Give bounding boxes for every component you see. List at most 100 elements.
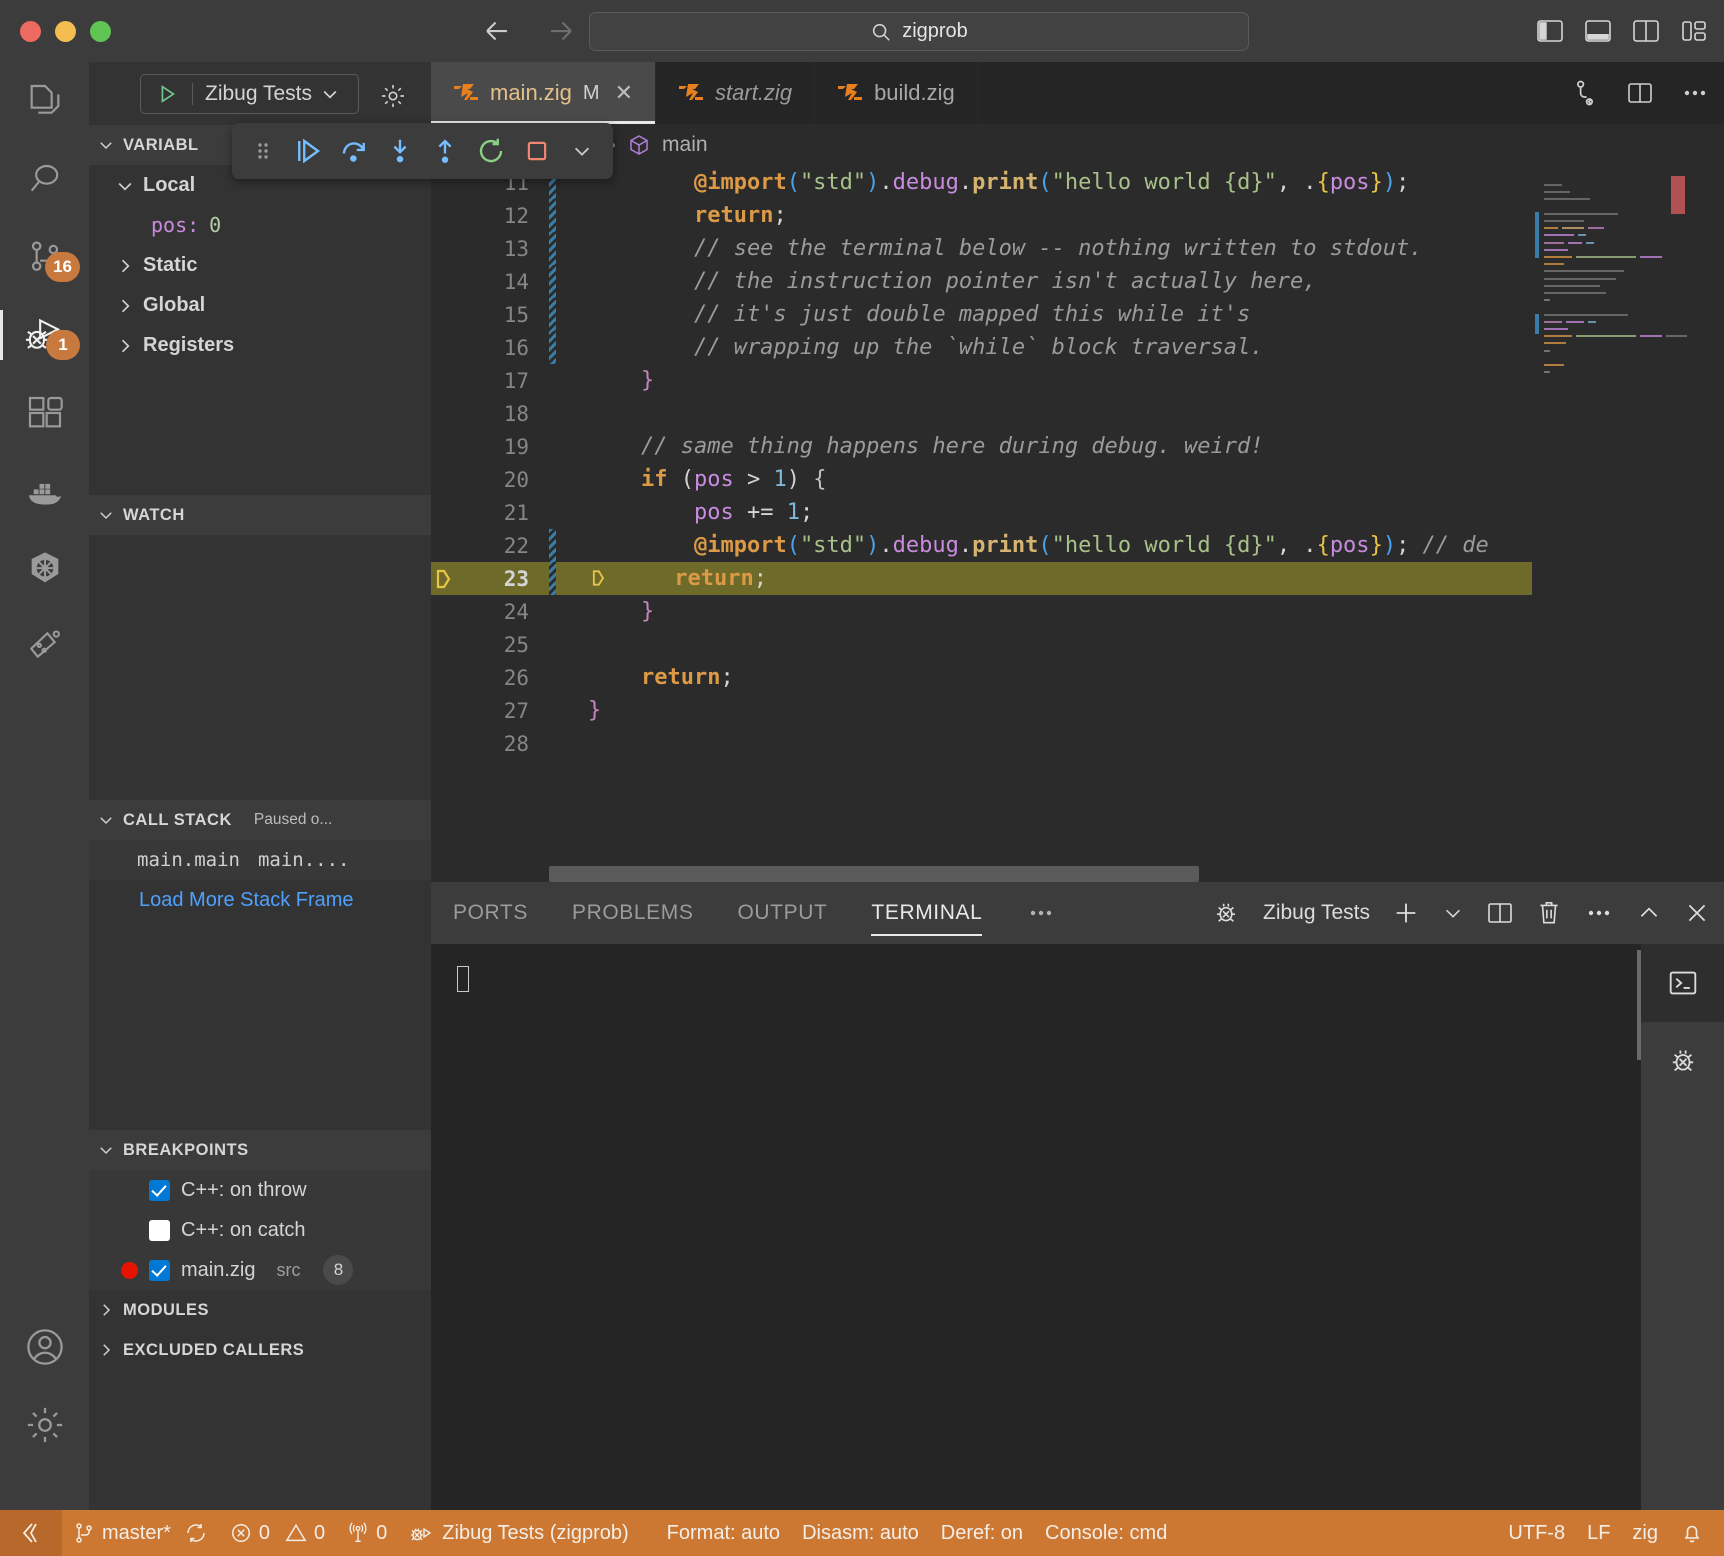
window-controls[interactable] (20, 21, 111, 42)
editor-overview-ruler[interactable] (1687, 166, 1724, 882)
tab-problems[interactable]: PROBLEMS (550, 882, 716, 944)
call-stack-section-header[interactable]: CALL STACK Paused o... (89, 800, 431, 840)
code-line[interactable]: 26 return; (431, 661, 1724, 694)
code-line[interactable]: 24 } (431, 595, 1724, 628)
sidebar-item-kubernetes[interactable] (0, 530, 89, 608)
maximize-window-button[interactable] (90, 21, 111, 42)
sidebar-item-manage[interactable] (0, 1386, 89, 1464)
status-disasm[interactable]: Disasm: auto (791, 1510, 930, 1556)
debug-step-over-icon[interactable] (333, 129, 375, 173)
arrow-right-icon[interactable] (544, 14, 578, 48)
panel-tabs-more-icon[interactable] (1004, 882, 1078, 944)
load-more-stack-frames-link[interactable]: Load More Stack Frame (89, 880, 431, 920)
debug-restart-icon[interactable] (470, 129, 512, 173)
toggle-panel-icon[interactable] (1584, 18, 1610, 44)
sidebar-item-run-and-debug[interactable]: 1 (0, 296, 89, 374)
code-line[interactable]: 25 (431, 628, 1724, 661)
close-icon[interactable]: ✕ (615, 80, 633, 106)
debug-step-into-icon[interactable] (379, 129, 421, 173)
code-line[interactable]: 20 if (pos > 1) { (431, 463, 1724, 496)
minimize-window-button[interactable] (55, 21, 76, 42)
sync-icon[interactable] (184, 1521, 208, 1545)
code-line[interactable]: 17 } (431, 364, 1724, 397)
watch-section-header[interactable]: WATCH (89, 495, 431, 535)
remote-window-button[interactable] (0, 1510, 62, 1556)
code-line[interactable]: 28 (431, 727, 1724, 760)
sidebar-item-testing[interactable] (0, 608, 89, 686)
breakpoint-row[interactable]: C++: on catch (89, 1210, 431, 1250)
breakpoints-section-header[interactable]: BREAKPOINTS (89, 1130, 431, 1170)
terminal-body[interactable] (431, 944, 1641, 1510)
minimap[interactable] (1532, 166, 1687, 882)
status-deref[interactable]: Deref: on (930, 1510, 1034, 1556)
breadcrumb-symbol[interactable]: main (662, 133, 708, 157)
variables-group-global[interactable]: Global (89, 285, 431, 325)
arrow-left-icon[interactable] (480, 14, 514, 48)
debug-stackframe-arrow-icon[interactable] (431, 567, 477, 591)
breakpoint-checkbox[interactable] (149, 1260, 170, 1281)
variable-row-pos[interactable]: pos: 0 (89, 205, 431, 245)
code-line[interactable]: 22 @import("std").debug.print("hello wor… (431, 529, 1724, 562)
sidebar-item-search[interactable] (0, 140, 89, 218)
chevron-down-icon[interactable] (1442, 902, 1464, 924)
debug-stop-icon[interactable] (516, 129, 558, 173)
debug-alt-icon[interactable] (1570, 78, 1600, 108)
status-language[interactable]: zig (1621, 1510, 1669, 1556)
sidebar-item-extensions[interactable] (0, 374, 89, 452)
terminal-tab-debug[interactable] (1641, 1022, 1724, 1100)
tab-output[interactable]: OUTPUT (715, 882, 849, 944)
code-line[interactable]: 16 // wrapping up the `while` block trav… (431, 331, 1724, 364)
status-branch[interactable]: master* (62, 1510, 219, 1556)
breakpoint-row[interactable]: main.zig src 8 (89, 1250, 431, 1290)
sidebar-item-explorer[interactable] (0, 62, 89, 140)
chevron-up-icon[interactable] (1636, 900, 1662, 926)
trash-icon[interactable] (1536, 899, 1562, 927)
code-line[interactable]: 13 // see the terminal below -- nothing … (431, 232, 1724, 265)
breakpoint-checkbox[interactable] (149, 1220, 170, 1241)
toggle-primary-sidebar-icon[interactable] (1536, 18, 1562, 44)
status-format[interactable]: Format: auto (656, 1510, 791, 1556)
tab-ports[interactable]: PORTS (431, 882, 550, 944)
code-line[interactable]: 18 (431, 397, 1724, 430)
code-line[interactable]: 21 pos += 1; (431, 496, 1724, 529)
toggle-secondary-sidebar-icon[interactable] (1632, 18, 1658, 44)
modules-section-header[interactable]: MODULES (89, 1290, 431, 1330)
command-center-search[interactable]: zigprob (589, 12, 1249, 51)
excluded-callers-section-header[interactable]: EXCLUDED CALLERS (89, 1330, 431, 1370)
status-debug-session[interactable]: Zibug Tests (zigprob) (398, 1510, 639, 1556)
code-editor[interactable]: 11 @import("std").debug.print("hello wor… (431, 166, 1724, 882)
status-radio-tower[interactable]: 0 (336, 1510, 398, 1556)
sidebar-item-docker[interactable] (0, 452, 89, 530)
terminal-tab-shell[interactable] (1641, 944, 1724, 1022)
ellipsis-icon[interactable] (1584, 900, 1614, 926)
customize-layout-icon[interactable] (1680, 18, 1706, 44)
status-console[interactable]: Console: cmd (1034, 1510, 1178, 1556)
editor-horizontal-scrollbar[interactable] (549, 866, 1199, 882)
debug-settings-gear-icon[interactable] (379, 82, 407, 110)
tab-start-zig[interactable]: start.zig (656, 62, 815, 124)
status-encoding[interactable]: UTF-8 (1497, 1510, 1576, 1556)
breakpoint-row[interactable]: C++: on throw (89, 1170, 431, 1210)
sidebar-item-source-control[interactable]: 16 (0, 218, 89, 296)
call-stack-frame[interactable]: main.main main.... (89, 840, 431, 880)
sidebar-item-accounts[interactable] (0, 1308, 89, 1386)
status-problems[interactable]: 0 0 (219, 1510, 336, 1556)
code-line[interactable]: 12 return; (431, 199, 1724, 232)
plus-icon[interactable] (1392, 899, 1420, 927)
code-line[interactable]: 15 // it's just double mapped this while… (431, 298, 1724, 331)
code-line[interactable]: 19 // same thing happens here during deb… (431, 430, 1724, 463)
close-window-button[interactable] (20, 21, 41, 42)
breakpoint-checkbox[interactable] (149, 1180, 170, 1201)
chevron-down-icon[interactable] (320, 84, 340, 104)
play-icon[interactable] (141, 83, 193, 105)
code-line[interactable]: 27} (431, 694, 1724, 727)
status-eol[interactable]: LF (1576, 1510, 1621, 1556)
tab-main-zig[interactable]: main.zig M ✕ (431, 62, 656, 124)
tab-build-zig[interactable]: build.zig (815, 62, 978, 124)
variables-group-registers[interactable]: Registers (89, 325, 431, 365)
split-editor-icon[interactable] (1626, 80, 1654, 106)
code-line[interactable]: 14 // the instruction pointer isn't actu… (431, 265, 1724, 298)
ellipsis-icon[interactable] (1680, 80, 1710, 106)
close-icon[interactable] (1684, 900, 1710, 926)
debug-step-out-icon[interactable] (425, 129, 467, 173)
